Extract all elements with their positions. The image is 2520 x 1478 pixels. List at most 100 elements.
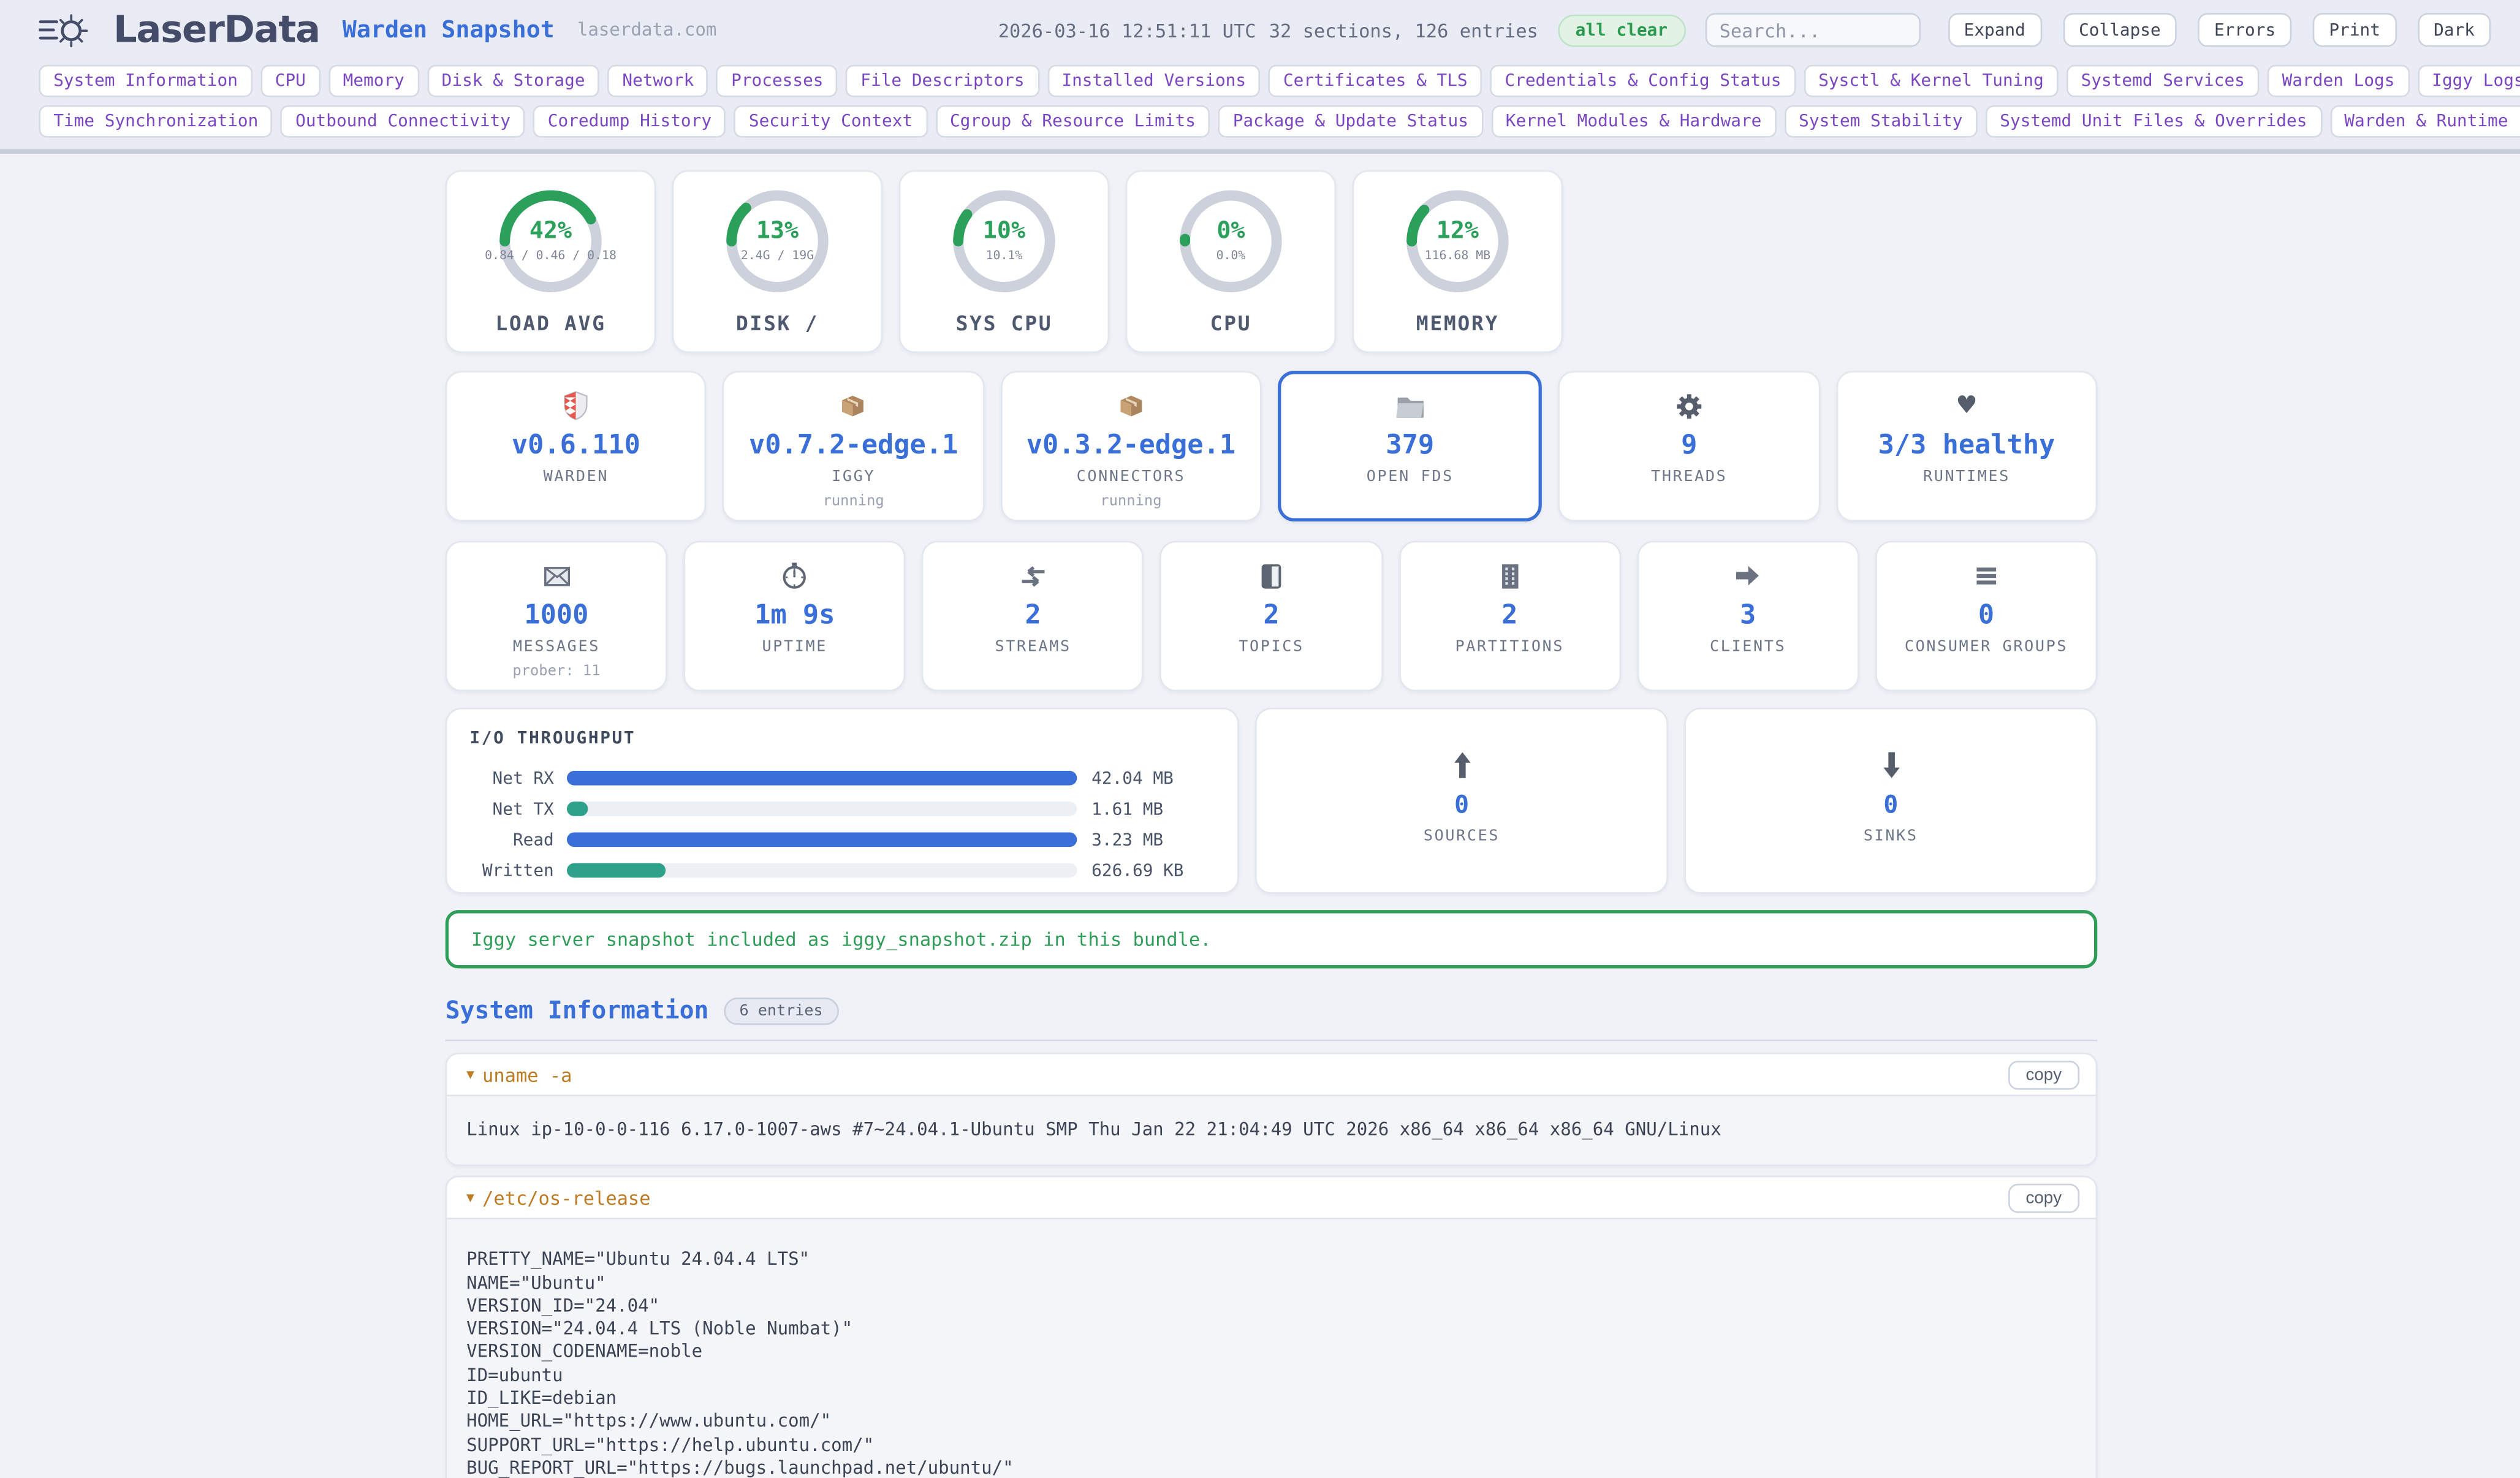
package-icon <box>1002 390 1260 421</box>
nav-chip[interactable]: Credentials & Config Status <box>1490 65 1796 97</box>
nav-chip[interactable]: Disk & Storage <box>427 65 599 97</box>
card-sinks[interactable]: 0 SINKS <box>1684 708 2097 894</box>
card-status: running <box>724 494 982 510</box>
card-label: SINKS <box>1686 827 2096 845</box>
nav-chip[interactable]: System Information <box>39 65 252 97</box>
gauge-detail: 2.4G / 19G <box>741 249 814 263</box>
partitions-icon <box>1400 560 1619 591</box>
collapse-triangle-icon: ▼ <box>466 1191 474 1205</box>
heart-icon: ♥ <box>1837 390 2095 421</box>
status-badge: all clear <box>1558 13 1686 46</box>
stopwatch-icon <box>685 560 904 591</box>
runtimes-value: 3/3 healthy <box>1837 429 2095 460</box>
card-sources[interactable]: 0 SOURCES <box>1255 708 1668 894</box>
search-input[interactable] <box>1705 13 1920 47</box>
snapshot-timestamp: 2026-03-16 12:51:11 UTC <box>998 18 1256 41</box>
card-label: SOURCES <box>1257 827 1667 845</box>
nav-chip[interactable]: File Descriptors <box>846 65 1039 97</box>
nav-chip[interactable]: Network <box>608 65 709 97</box>
nav-chip[interactable]: Kernel Modules & Hardware <box>1491 105 1776 138</box>
nav-chip[interactable]: Security Context <box>734 105 927 138</box>
nav-chip[interactable]: Warden & Runtime Info <box>2329 105 2520 138</box>
card-label: CONSUMER GROUPS <box>1877 638 2095 656</box>
errors-button[interactable]: Errors <box>2198 13 2292 47</box>
brand-domain: laserdata.com <box>577 20 717 40</box>
entry-title: uname -a <box>482 1063 2008 1086</box>
consumer-groups-value: 0 <box>1877 599 2095 630</box>
nav-chip[interactable]: System Stability <box>1784 105 1977 138</box>
card-open-fds[interactable]: 379 OPEN FDS <box>1278 371 1543 521</box>
gauge-percent: 12% <box>1436 219 1479 245</box>
print-button[interactable]: Print <box>2313 13 2396 47</box>
nav-chip[interactable]: Systemd Unit Files & Overrides <box>1986 105 2322 138</box>
card-topics[interactable]: 2 TOPICS <box>1160 541 1382 692</box>
gauge-card-cpu[interactable]: 0% 0.0% CPU <box>1126 170 1337 353</box>
nav-chip[interactable]: Package & Update Status <box>1218 105 1483 138</box>
card-clients[interactable]: 3 CLIENTS <box>1637 541 1859 692</box>
nav-chip[interactable]: Coredump History <box>533 105 726 138</box>
gauge-label: LOAD AVG <box>447 311 654 335</box>
main-content: 42% 0.84 / 0.46 / 0.18 LOAD AVG 13% 2.4G… <box>446 170 2098 1478</box>
card-warden[interactable]: v0.6.110 WARDEN <box>446 371 707 521</box>
header: LaserData Warden Snapshot laserdata.com … <box>0 0 2520 60</box>
io-row: I/O THROUGHPUT Net RX 42.04 MB Net TX 1.… <box>446 708 2098 894</box>
entry-header[interactable]: ▼ uname -a copy <box>447 1054 2095 1096</box>
nav-chip[interactable]: Memory <box>328 65 419 97</box>
nav-chip[interactable]: Installed Versions <box>1047 65 1261 97</box>
entries-count-badge: 6 entries <box>723 997 839 1025</box>
card-label: OPEN FDS <box>1281 468 1539 486</box>
entry-header[interactable]: ▼ /etc/os-release copy <box>447 1178 2095 1220</box>
nav-chip[interactable]: Warden Logs <box>2268 65 2409 97</box>
collapse-triangle-icon: ▼ <box>466 1067 474 1082</box>
sections-summary: 32 sections, 126 entries <box>1269 18 1538 41</box>
nav-chip[interactable]: Cgroup & Resource Limits <box>935 105 1210 138</box>
nav-chip[interactable]: Systemd Services <box>2066 65 2260 97</box>
nav-row-2: Time Synchronization Outbound Connectivi… <box>39 105 2488 138</box>
card-label: THREADS <box>1560 468 1818 486</box>
card-iggy[interactable]: v0.7.2-edge.1 IGGY running <box>723 371 984 521</box>
collapse-button[interactable]: Collapse <box>2063 13 2177 47</box>
card-runtimes[interactable]: ♥ 3/3 healthy RUNTIMES <box>1836 371 2097 521</box>
nav-chip[interactable]: Certificates & TLS <box>1269 65 1482 97</box>
gauge-label: SYS CPU <box>900 311 1107 335</box>
nav-chip[interactable]: Iggy Logs <box>2417 65 2520 97</box>
card-label: IGGY <box>724 468 982 486</box>
card-consumer-groups[interactable]: 0 CONSUMER GROUPS <box>1875 541 2097 692</box>
gauge-detail: 0.84 / 0.46 / 0.18 <box>485 249 617 263</box>
nav-chip[interactable]: Processes <box>716 65 838 97</box>
envelope-icon <box>447 560 666 591</box>
warden-version: v0.6.110 <box>447 429 705 460</box>
card-partitions[interactable]: 2 PARTITIONS <box>1399 541 1620 692</box>
nav-chip[interactable]: Sysctl & Kernel Tuning <box>1804 65 2058 97</box>
card-label: RUNTIMES <box>1837 468 2095 486</box>
card-streams[interactable]: 2 STREAMS <box>922 541 1144 692</box>
gauge-card-memory[interactable]: 12% 116.68 MB MEMORY <box>1353 170 1563 353</box>
nav-chip[interactable]: Outbound Connectivity <box>281 105 525 138</box>
io-bar-track <box>567 832 1077 847</box>
shield-icon <box>447 390 705 421</box>
copy-button[interactable]: copy <box>2008 1183 2079 1213</box>
gauge-card-disk[interactable]: 13% 2.4G / 19G DISK / <box>672 170 883 353</box>
copy-button[interactable]: copy <box>2008 1060 2079 1090</box>
card-connectors[interactable]: v0.3.2-edge.1 CONNECTORS running <box>1000 371 1261 521</box>
dark-mode-button[interactable]: Dark <box>2418 13 2491 47</box>
nav-scrollbar[interactable] <box>0 149 2520 154</box>
warden-snapshot-page: LaserData Warden Snapshot laserdata.com … <box>0 0 2520 1478</box>
card-messages[interactable]: 1000 MESSAGES prober: 11 <box>446 541 667 692</box>
gauge-percent: 10% <box>983 219 1025 245</box>
card-uptime[interactable]: 1m 9s UPTIME <box>684 541 906 692</box>
nav-chip[interactable]: Time Synchronization <box>39 105 273 138</box>
topics-icon <box>1162 560 1381 591</box>
nav-chip[interactable]: CPU <box>260 65 321 97</box>
nav-row-1: System Information CPU Memory Disk & Sto… <box>39 65 2488 97</box>
stat-card-row: 1000 MESSAGES prober: 11 1m 9s <box>446 541 2098 692</box>
card-threads[interactable]: 9 THREADS <box>1558 371 1820 521</box>
expand-button[interactable]: Expand <box>1948 13 2041 47</box>
io-line-net-tx: Net TX 1.61 MB <box>469 794 1215 824</box>
partitions-value: 2 <box>1400 599 1619 630</box>
entry-title: /etc/os-release <box>482 1187 2008 1210</box>
gauge-card-sys-cpu[interactable]: 10% 10.1% SYS CPU <box>899 170 1110 353</box>
entry-content: PRETTY_NAME="Ubuntu 24.04.4 LTS" NAME="U… <box>447 1220 2095 1478</box>
io-bar-track <box>567 771 1077 786</box>
gauge-card-load-avg[interactable]: 42% 0.84 / 0.46 / 0.18 LOAD AVG <box>446 170 656 353</box>
